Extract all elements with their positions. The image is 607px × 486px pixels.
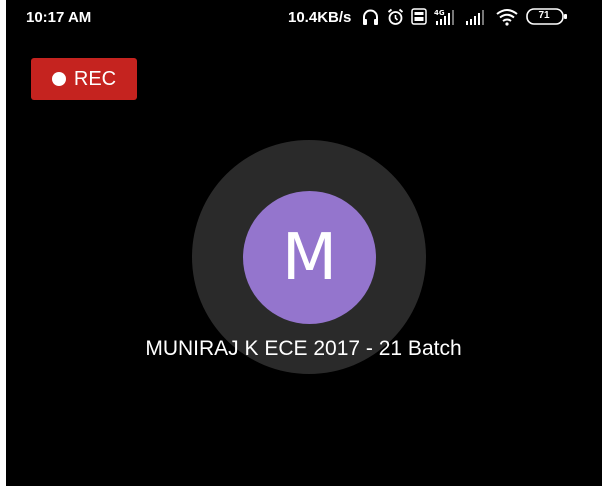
network-type-label: 4G [434,9,445,17]
avatar: M [243,191,376,324]
status-bar: 10:17 AM 10.4KB/s 4G 71 [6,0,602,34]
net-speed: 10.4KB/s [288,9,352,26]
signal-icon: 4G [434,8,456,26]
wifi-icon [496,8,518,26]
signal-icon [464,8,486,26]
record-label: REC [73,67,117,90]
record-button[interactable]: REC [31,58,137,100]
video-call-screen: 10:17 AM 10.4KB/s 4G 71 REC M [6,0,602,486]
volte-icon [411,8,427,26]
participant-name: MUNIRAJ K ECE 2017 - 21 Batch [145,337,462,360]
battery-icon: 71 [526,8,568,26]
status-time: 10:17 AM [26,9,92,26]
battery-level: 71 [538,10,550,21]
record-dot-icon [51,72,66,86]
headphones-icon [362,8,379,26]
alarm-icon [387,8,404,26]
avatar-initial: M [281,220,338,295]
